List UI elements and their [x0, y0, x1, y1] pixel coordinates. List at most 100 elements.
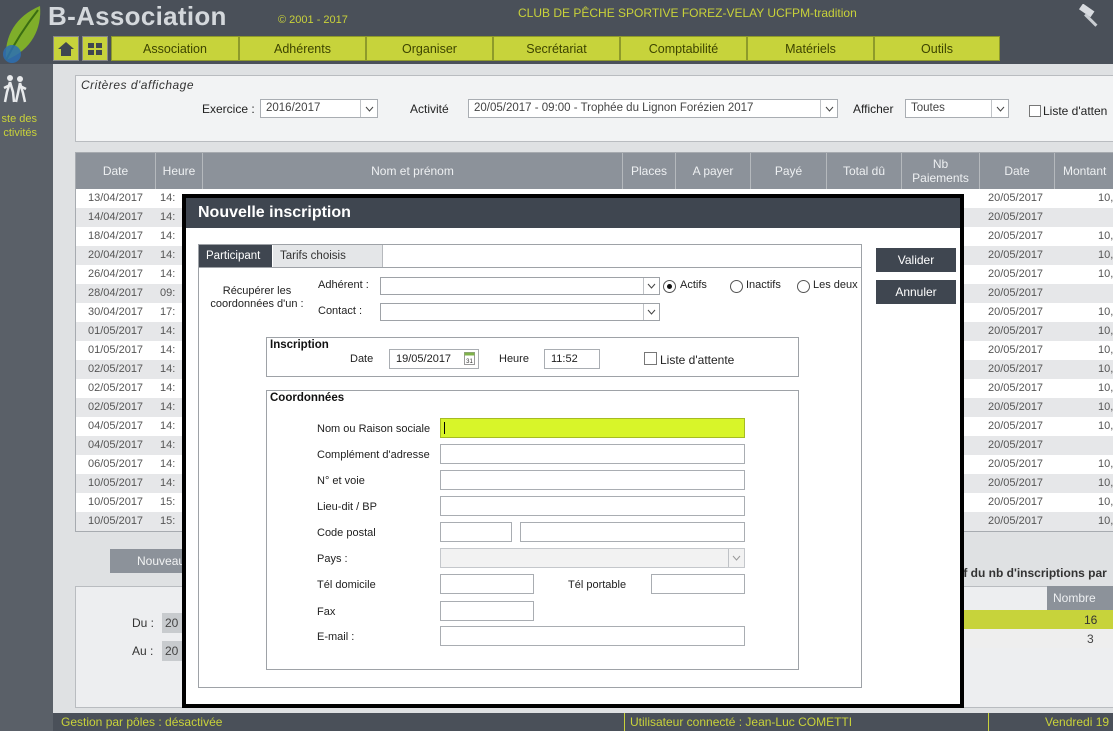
menu-comptabilite[interactable]: Comptabilité	[620, 36, 747, 61]
contact-label: Contact :	[318, 305, 363, 317]
col-nb-paiements[interactable]: Nb Paiements	[902, 153, 980, 189]
cell-date-paiement: 20/05/2017	[988, 363, 1044, 375]
radio-les-deux[interactable]	[797, 280, 810, 293]
cell-heure: 14:	[160, 363, 176, 375]
recap-value: 3	[1087, 632, 1094, 646]
cell-heure: 14:	[160, 344, 176, 356]
cell-heure: 14:	[160, 211, 176, 223]
cell-date: 04/05/2017	[88, 439, 144, 451]
tab-tarifs-choisis[interactable]: Tarifs choisis	[273, 245, 383, 267]
status-bar: Gestion par pôles : désactivée Utilisate…	[53, 713, 1113, 731]
chevron-down-icon	[647, 309, 656, 315]
valider-button[interactable]: Valider	[876, 248, 956, 272]
coordonnees-group: Coordonnées Nom ou Raison sociale Complé…	[266, 390, 799, 670]
cell-heure: 14:	[160, 268, 176, 280]
calendar-icon[interactable]: 31	[464, 352, 475, 365]
liste-attente-checkbox[interactable]	[644, 352, 657, 365]
cell-date-paiement: 20/05/2017	[988, 211, 1044, 223]
cell-heure: 14:	[160, 192, 176, 204]
grid-view-button[interactable]	[82, 36, 108, 61]
tel-domicile-input[interactable]	[440, 574, 534, 594]
hikers-icon[interactable]	[2, 74, 28, 104]
tel-domicile-label: Tél domicile	[317, 579, 376, 591]
annuler-button[interactable]: Annuler	[876, 280, 956, 304]
cell-heure: 14:	[160, 458, 176, 470]
fax-input[interactable]	[440, 601, 534, 621]
col-date-paiement[interactable]: Date	[980, 153, 1055, 189]
hammer-icon[interactable]	[1076, 4, 1104, 28]
exercice-value: 2016/2017	[266, 102, 321, 114]
lieudit-input[interactable]	[440, 496, 745, 516]
cell-montant: 10,	[1098, 420, 1113, 432]
menu-adherents[interactable]: Adhérents	[239, 36, 366, 61]
complement-input[interactable]	[440, 444, 745, 464]
menu-outils[interactable]: Outils	[874, 36, 1000, 61]
date-input[interactable]: 19/05/2017 31	[389, 349, 479, 369]
cell-date-paiement: 20/05/2017	[988, 325, 1044, 337]
col-montant[interactable]: Montant	[1055, 153, 1113, 189]
status-date: Vendredi 19	[1045, 715, 1110, 729]
cell-date-paiement: 20/05/2017	[988, 268, 1044, 280]
menu-secretariat[interactable]: Secrétariat	[493, 36, 620, 61]
col-paye[interactable]: Payé	[751, 153, 827, 189]
activite-select[interactable]: 20/05/2017 - 09:00 - Trophée du Lignon F…	[468, 99, 838, 118]
email-input[interactable]	[440, 626, 745, 646]
afficher-value: Toutes	[911, 102, 945, 114]
cell-date: 02/05/2017	[88, 363, 144, 375]
status-divider	[624, 713, 625, 731]
cell-date-paiement: 20/05/2017	[988, 192, 1044, 204]
chevron-down-icon	[996, 106, 1004, 112]
calendar-day: 31	[466, 359, 473, 365]
chevron-down-icon	[647, 283, 656, 289]
col-total-du[interactable]: Total dû	[827, 153, 902, 189]
cell-montant: 10,	[1098, 306, 1113, 318]
coordonnees-title: Coordonnées	[270, 392, 345, 404]
col-nom[interactable]: Nom et prénom	[203, 153, 623, 189]
tel-portable-input[interactable]	[651, 574, 745, 594]
status-poles: Gestion par pôles : désactivée	[61, 715, 223, 729]
liste-attente-checkbox[interactable]	[1029, 105, 1041, 117]
code-postal-input[interactable]	[440, 522, 512, 542]
menu-organiser[interactable]: Organiser	[366, 36, 493, 61]
cell-date-paiement: 20/05/2017	[988, 496, 1044, 508]
cell-date: 13/04/2017	[88, 192, 144, 204]
app-header: B-Association © 2001 - 2017 CLUB DE PÊCH…	[0, 0, 1113, 64]
cell-heure: 14:	[160, 230, 176, 242]
criteria-title: Critères d'affichage	[81, 78, 195, 92]
nouveau-button[interactable]: Nouveau	[110, 549, 190, 573]
ville-input[interactable]	[520, 522, 745, 542]
tel-portable-label: Tél portable	[568, 579, 627, 591]
cell-date: 28/04/2017	[88, 287, 144, 299]
cell-heure: 14:	[160, 325, 176, 337]
cell-montant: 10,	[1098, 249, 1113, 261]
activite-label: Activité	[410, 102, 449, 116]
sidebar-label[interactable]: ste des ctivités	[0, 112, 37, 140]
col-date[interactable]: Date	[76, 153, 156, 189]
radio-actifs[interactable]	[663, 280, 676, 293]
cell-date-paiement: 20/05/2017	[988, 439, 1044, 451]
heure-input[interactable]: 11:52	[544, 349, 600, 369]
lieudit-label: Lieu-dit / BP	[317, 501, 377, 513]
home-button[interactable]	[53, 36, 79, 61]
pays-combo[interactable]	[440, 548, 745, 568]
cell-montant: 10,	[1098, 382, 1113, 394]
voie-input[interactable]	[440, 470, 745, 490]
col-heure[interactable]: Heure	[156, 153, 203, 189]
recap-header[interactable]: Nombre	[1047, 586, 1113, 610]
exercice-select[interactable]: 2016/2017	[260, 99, 378, 118]
col-places[interactable]: Places	[623, 153, 676, 189]
contact-combo[interactable]	[380, 303, 660, 321]
app-title: B-Association	[48, 1, 227, 31]
cell-montant: 10,	[1098, 230, 1113, 242]
adherent-combo[interactable]	[380, 277, 660, 295]
col-a-payer[interactable]: A payer	[676, 153, 751, 189]
cell-date-paiement: 20/05/2017	[988, 401, 1044, 413]
menu-association[interactable]: Association	[111, 36, 239, 61]
nom-input[interactable]	[440, 418, 745, 438]
cell-montant: 10,	[1098, 477, 1113, 489]
menu-materiels[interactable]: Matériels	[747, 36, 874, 61]
radio-inactifs[interactable]	[730, 280, 743, 293]
tab-participant[interactable]: Participant	[199, 245, 272, 267]
activite-value: 20/05/2017 - 09:00 - Trophée du Lignon F…	[474, 102, 754, 114]
afficher-select[interactable]: Toutes	[905, 99, 1009, 118]
